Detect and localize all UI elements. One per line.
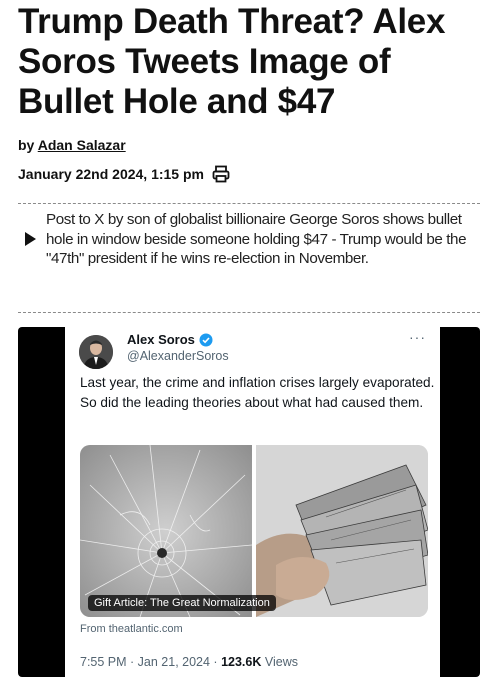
tweet-author[interactable]: Alex Soros: [127, 332, 213, 347]
article-summary: Post to X by son of globalist billionair…: [18, 210, 480, 269]
byline: by Adan Salazar: [18, 137, 126, 153]
tweet-timestamp[interactable]: 7:55 PM · Jan 21, 2024 ·: [80, 655, 221, 669]
summary-text: Post to X by son of globalist billionair…: [46, 211, 467, 267]
tweet-handle[interactable]: @AlexanderSoros: [127, 349, 229, 363]
author-link[interactable]: Adan Salazar: [38, 137, 126, 153]
views-label: Views: [261, 655, 298, 669]
card-label: Gift Article: The Great Normalization: [88, 595, 276, 611]
avatar[interactable]: [79, 335, 113, 369]
tweet-text: Last year, the crime and inflation crise…: [80, 375, 435, 410]
bullet-hole-image: [80, 445, 252, 617]
publish-date: January 22nd 2024, 1:15 pm: [18, 166, 204, 182]
byline-prefix: by: [18, 137, 35, 153]
tweet-author-name: Alex Soros: [127, 332, 195, 347]
article-headline: Trump Death Threat? Alex Soros Tweets Im…: [18, 2, 446, 121]
link-card[interactable]: Gift Article: The Great Normalization: [80, 445, 428, 617]
card-source[interactable]: From theatlantic.com: [80, 623, 183, 635]
summary-bottom-rule: [18, 312, 480, 313]
money-image: [256, 445, 428, 617]
dateline: January 22nd 2024, 1:15 pm: [18, 165, 230, 183]
print-icon[interactable]: [212, 165, 230, 183]
more-dots-icon[interactable]: ···: [409, 329, 426, 345]
play-arrow-icon: [25, 232, 36, 247]
tweet-card: Alex Soros @AlexanderSoros ··· Last year…: [65, 327, 440, 677]
summary-top-rule: [18, 203, 480, 204]
tweet-meta: 7:55 PM · Jan 21, 2024 · 123.6K Views: [80, 655, 298, 669]
view-count: 123.6K: [221, 655, 262, 669]
embedded-tweet-image: Alex Soros @AlexanderSoros ··· Last year…: [18, 327, 480, 677]
avatar-photo: [79, 335, 113, 369]
verified-badge-icon: [199, 333, 213, 346]
